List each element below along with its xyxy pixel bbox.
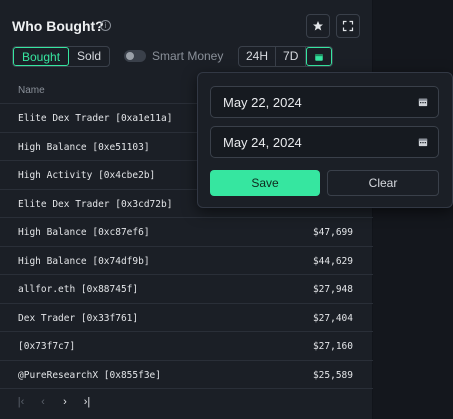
custom-range-button[interactable]	[306, 47, 333, 66]
last-page-icon[interactable]: ›|	[82, 396, 92, 408]
row-name: High Activity [0x4cbe2b]	[18, 170, 156, 181]
clear-button[interactable]: Clear	[327, 170, 439, 196]
calendar-icon	[315, 53, 324, 61]
row-name: High Balance [0xc87ef6]	[18, 227, 150, 238]
row-name: High Balance [0x74df9b]	[18, 255, 150, 267]
panel-header: Who Bought? i	[12, 14, 360, 40]
row-name: High Balance [0xe51103]	[18, 141, 150, 153]
fullscreen-button[interactable]	[336, 14, 360, 38]
row-name: [0x73f7c7]	[18, 341, 76, 352]
info-icon[interactable]: i	[100, 20, 111, 31]
table-row[interactable]: High Balance [0xc87ef6] $47,699	[0, 218, 373, 247]
row-value: $25,589	[312, 369, 353, 381]
table-row[interactable]: allfor.eth [0x88745f] $27,948	[0, 275, 373, 304]
column-name-header: Name	[18, 85, 45, 96]
end-date-input[interactable]	[211, 127, 438, 157]
table-row[interactable]: High Balance [0x74df9b] $44,629	[0, 247, 373, 275]
save-button[interactable]: Save	[210, 170, 320, 196]
first-page-icon[interactable]: |‹	[16, 396, 26, 408]
row-name: Elite Dex Trader [0x3cd72b]	[18, 198, 173, 210]
start-date-input[interactable]	[211, 87, 438, 117]
panel-title: Who Bought?	[12, 18, 104, 34]
tab-sold[interactable]: Sold	[69, 47, 109, 66]
smart-money-label: Smart Money	[152, 49, 224, 63]
favorite-button[interactable]	[306, 14, 330, 38]
smart-money-switch[interactable]	[124, 50, 146, 62]
time-range-selector: 24H 7D	[238, 46, 334, 67]
start-date-field[interactable]	[210, 86, 439, 118]
pagination: |‹ ‹ › ›|	[16, 396, 92, 408]
row-name: @PureResearchX [0x855f3e]	[18, 369, 161, 381]
next-page-icon[interactable]: ›	[60, 396, 70, 408]
row-name: Elite Dex Trader [0xa1e11a]	[18, 113, 173, 124]
table-row[interactable]: Dex Trader [0x33f761] $27,404	[0, 304, 373, 332]
row-name: allfor.eth [0x88745f]	[18, 284, 139, 295]
row-name: Dex Trader [0x33f761]	[18, 312, 139, 324]
calendar-input-icon[interactable]	[418, 137, 428, 147]
end-date-field[interactable]	[210, 126, 439, 158]
row-value: $27,404	[312, 312, 353, 324]
table-row[interactable]: [0x73f7c7] $27,160	[0, 332, 373, 361]
prev-page-icon[interactable]: ‹	[38, 396, 48, 408]
row-value: $27,948	[312, 284, 353, 295]
row-value: $27,160	[312, 341, 353, 352]
time-option-24h[interactable]: 24H	[239, 47, 277, 66]
who-bought-panel: Who Bought? i Bought Sold Smart Money 24…	[0, 0, 373, 419]
switch-knob	[126, 52, 134, 60]
time-option-7d[interactable]: 7D	[276, 47, 307, 66]
row-value: $47,699	[312, 227, 353, 238]
expand-icon	[342, 20, 354, 32]
date-range-popover: Save Clear	[197, 72, 453, 208]
tab-bought[interactable]: Bought	[13, 47, 70, 66]
row-value: $44,629	[312, 255, 353, 267]
table-row[interactable]: @PureResearchX [0x855f3e] $25,589	[0, 361, 373, 389]
filter-toolbar: Bought Sold Smart Money 24H 7D	[12, 46, 360, 68]
bought-sold-toggle: Bought Sold	[12, 46, 111, 67]
star-icon	[313, 21, 323, 31]
calendar-input-icon[interactable]	[418, 97, 428, 107]
